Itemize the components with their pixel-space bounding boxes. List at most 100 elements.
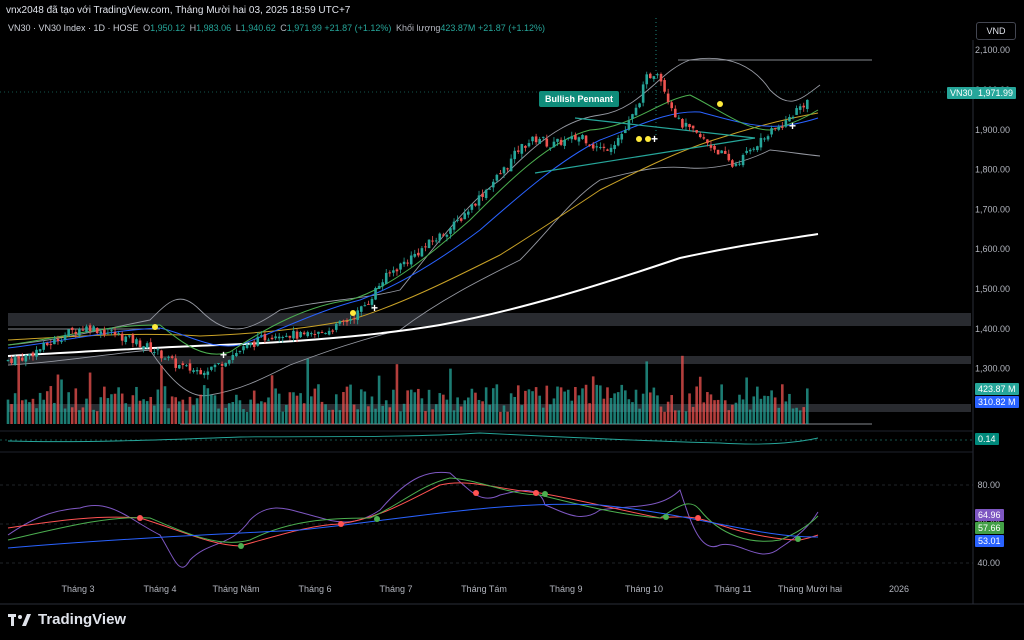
volume-bar — [145, 401, 149, 424]
candle-body — [588, 144, 591, 146]
volume-bar — [791, 408, 795, 424]
cross-down-marker — [137, 515, 143, 521]
signal-dot — [152, 324, 158, 330]
volume-bar — [152, 405, 156, 424]
volume-bar — [763, 395, 766, 424]
volume-bar — [566, 389, 570, 424]
candle-body — [631, 114, 634, 119]
candle-body — [277, 336, 281, 339]
volume-bar — [138, 400, 142, 424]
volume-bar — [202, 385, 206, 424]
volume-bar — [463, 400, 467, 424]
candle-body — [63, 335, 67, 340]
candle-body — [53, 338, 56, 345]
candle-body — [502, 167, 506, 174]
volume-bar — [645, 361, 649, 424]
candle-body — [317, 331, 320, 334]
volume-bar — [427, 389, 431, 424]
candle-body — [527, 143, 531, 147]
volume-bar — [56, 374, 60, 424]
candle-body — [285, 335, 288, 337]
price-tick-label: 1,800.00 — [975, 165, 1010, 175]
candle-body — [545, 138, 549, 147]
candle-body — [581, 134, 584, 139]
candle-body — [374, 288, 377, 300]
candle-body — [666, 93, 670, 103]
time-tick-label: Tháng 11 — [714, 584, 751, 594]
candle-body — [499, 173, 502, 175]
time-tick-label: Tháng Tám — [461, 584, 507, 594]
candle-body — [324, 333, 327, 335]
candle-body — [805, 99, 809, 109]
candle-body — [417, 252, 420, 256]
candle-body — [299, 331, 302, 338]
volume-bar — [470, 388, 474, 424]
volume-bar — [748, 409, 752, 424]
volume-bar — [17, 355, 21, 424]
candle-body — [681, 119, 684, 128]
volume-bar — [409, 389, 413, 424]
volume-bar — [367, 406, 370, 424]
candle-body — [549, 147, 552, 149]
rsi-signal-line — [7, 482, 819, 547]
candle-body — [292, 330, 295, 339]
volume-bar — [627, 399, 631, 424]
candle-body — [149, 342, 153, 352]
candle-body — [249, 342, 252, 346]
volume-bar — [406, 390, 409, 424]
volume-bar — [549, 404, 552, 424]
volume-bar — [285, 404, 288, 424]
volume-ma-tag: 310.82 M — [975, 396, 1019, 408]
candle-body — [613, 144, 616, 150]
volume-bar — [570, 400, 574, 424]
volume-bar — [213, 395, 217, 424]
symbol-price-tag: VN30 — [947, 87, 976, 99]
candle-body — [513, 150, 516, 160]
candle-body — [99, 331, 103, 334]
chart-canvas[interactable]: + + + + 2,100.002,000.001,900.001,800.00… — [0, 0, 1024, 640]
volume-bar — [274, 388, 277, 424]
volume-bar — [706, 392, 709, 424]
candle-body — [306, 332, 310, 337]
volume-bar — [35, 408, 38, 424]
candle-body — [78, 328, 81, 336]
volume-bar — [648, 392, 652, 424]
volume-bar — [88, 372, 92, 424]
volume-bar — [167, 408, 170, 424]
candle-body — [388, 272, 392, 274]
volume-bar — [641, 393, 645, 424]
volume-bar — [638, 408, 641, 424]
volume-bar — [545, 385, 549, 424]
candle-body — [31, 352, 35, 357]
price-tick-label: 1,600.00 — [975, 244, 1010, 254]
volume-bar — [691, 406, 695, 424]
volume-bar — [256, 403, 260, 424]
volume-bar — [395, 364, 399, 424]
volume-bar — [117, 387, 120, 424]
volume-bar — [805, 388, 809, 424]
candle-body — [773, 128, 777, 130]
volume-bar — [245, 411, 249, 424]
volume-bar — [698, 376, 702, 424]
volume-bar — [99, 397, 103, 424]
candle-body — [81, 329, 85, 331]
volume-bar — [384, 400, 388, 424]
volume-bar — [331, 409, 335, 424]
volume-bar — [78, 410, 81, 424]
volume-bar — [356, 409, 359, 424]
candle-body — [231, 355, 235, 360]
volume-bar — [745, 377, 748, 424]
volume-bar — [220, 367, 224, 424]
volume-bar — [723, 400, 727, 424]
candle-body — [673, 108, 677, 118]
brand-name: TradingView — [38, 611, 127, 628]
candle-body — [620, 133, 624, 140]
volume-bar — [438, 393, 442, 424]
candle-body — [734, 163, 738, 166]
volume-bar — [402, 403, 406, 424]
candle-body — [206, 371, 210, 375]
candle-body — [463, 213, 467, 220]
candle-body — [570, 136, 574, 140]
candle-body — [156, 349, 160, 351]
candle-body — [10, 358, 13, 364]
